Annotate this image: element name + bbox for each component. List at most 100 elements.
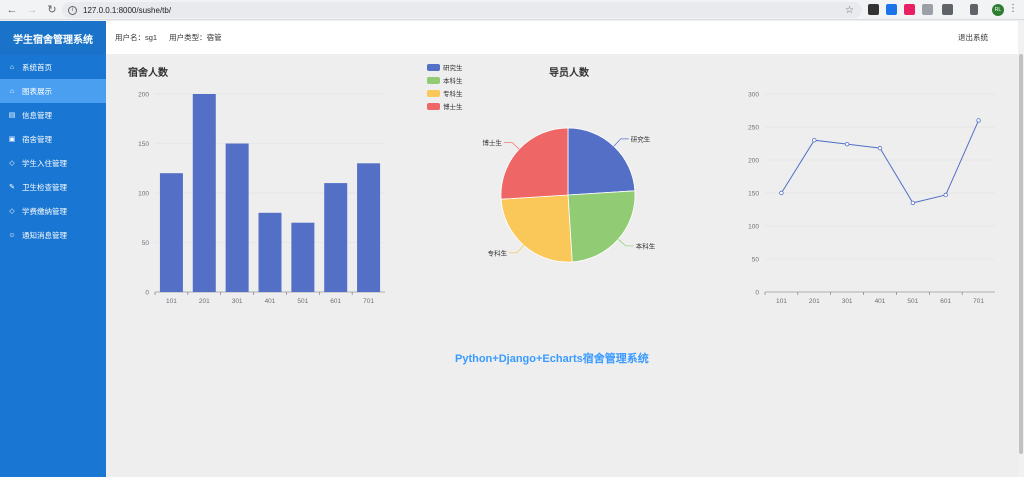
sidebar-item[interactable]: ✎ 卫生检查管理 — [0, 175, 106, 199]
legend-label[interactable]: 本科生 — [443, 76, 463, 85]
legend-swatch[interactable] — [427, 90, 440, 97]
label-leader — [613, 138, 629, 147]
scrollbar-thumb[interactable] — [1019, 54, 1023, 454]
slice-label: 本科生 — [636, 241, 656, 250]
bar[interactable] — [291, 222, 315, 292]
label-leader — [618, 239, 634, 247]
x-tick-label: 401 — [875, 298, 886, 305]
sidebar-item-label: 卫生检查管理 — [22, 182, 67, 192]
x-tick-label: 201 — [199, 298, 210, 305]
y-tick-label: 100 — [748, 224, 759, 231]
bar[interactable] — [357, 163, 381, 292]
chart-icon: ⌂ — [9, 87, 15, 95]
x-tick-label: 701 — [973, 298, 984, 305]
legend-label[interactable]: 专科生 — [443, 89, 463, 98]
sidepanel-icon[interactable] — [970, 4, 978, 15]
sidebar-item[interactable]: ⌂ 图表展示 — [0, 79, 106, 103]
sidebar-item-label: 学生入住管理 — [22, 158, 67, 168]
sidebar-item-label: 信息管理 — [22, 110, 52, 120]
footer-title: Python+Django+Echarts宿舍管理系统 — [455, 353, 649, 365]
x-tick-label: 301 — [842, 298, 853, 305]
pie-slice[interactable] — [567, 190, 636, 263]
line-chart: 0 50 100 150 200 250 300 101 201 301 401 501 601 701 — [748, 92, 995, 305]
legend-swatch[interactable] — [427, 77, 440, 84]
y-tick-label: 100 — [138, 191, 149, 198]
legend-label[interactable]: 研究生 — [443, 63, 463, 72]
back-icon[interactable]: ← — [4, 2, 20, 18]
sidebar-item[interactable]: ⌂ 系统首页 — [0, 55, 106, 79]
data-point[interactable] — [877, 145, 883, 151]
sidebar-item[interactable]: ▤ 信息管理 — [0, 103, 106, 127]
bar-chart: 0 50 100 150 200 101 201 301 401 501 601 701 — [138, 92, 385, 305]
forward-icon[interactable]: → — [24, 2, 40, 18]
sidebar-menu: ⌂ 系统首页 ⌂ 图表展示 ▤ 信息管理 ▣ 宿舍管理 ◇ 学生入住管理 ✎ 卫生检查管理 ◇ 学费缴纳管… — [0, 55, 106, 247]
sidebar-item-label: 宿舍管理 — [22, 134, 52, 144]
site-info-icon[interactable]: i — [68, 5, 77, 15]
bookmark-star-icon[interactable]: ☆ — [845, 5, 854, 16]
series-line — [781, 120, 980, 204]
extension-icon[interactable] — [886, 4, 897, 15]
sidebar-item[interactable]: ▣ 宿舍管理 — [0, 127, 106, 151]
label-leader — [503, 141, 520, 150]
data-point[interactable] — [844, 141, 850, 147]
legend-swatch[interactable] — [427, 103, 440, 110]
user-type-label: 用户类型：宿管 — [169, 33, 222, 42]
id-card-icon: ▣ — [8, 136, 16, 143]
reload-icon[interactable]: ↻ — [44, 2, 60, 18]
data-point[interactable] — [976, 118, 981, 123]
sidebar: 学生宿舍管理系统 ⌂ 系统首页 ⌂ 图表展示 ▤ 信息管理 ▣ 宿舍管理 ◇ 学生入住管理 ✎ 卫生检… — [0, 21, 106, 477]
pie-chart: 研究生研究生本科生本科生专科生专科生博士生博士生 — [427, 63, 656, 263]
bar[interactable] — [258, 212, 282, 292]
puzzle-icon[interactable] — [942, 4, 953, 15]
sidebar-item[interactable]: ☺ 通知消息管理 — [0, 223, 106, 247]
brush-icon: ✎ — [9, 184, 15, 191]
pie-slice[interactable] — [500, 127, 569, 200]
document-icon: ▤ — [8, 112, 16, 119]
legend-label[interactable]: 博士生 — [443, 102, 463, 111]
label-leader — [509, 245, 524, 254]
app-brand: 学生宿舍管理系统 — [0, 21, 106, 55]
sidebar-item[interactable]: ◇ 学生入住管理 — [0, 151, 106, 175]
pie-slice[interactable] — [500, 194, 573, 263]
url-text: 127.0.0.1:8000/sushe/tb/ — [83, 5, 172, 15]
legend-swatch[interactable] — [427, 64, 440, 71]
bar[interactable] — [225, 143, 249, 293]
slice-label: 研究生 — [631, 134, 651, 143]
top-bar: 用户名：sg1 用户类型：宿管 退出系统 — [106, 21, 1018, 54]
address-bar[interactable]: i 127.0.0.1:8000/sushe/tb/ ☆ — [62, 2, 862, 18]
username-label: 用户名：sg1 — [115, 33, 158, 42]
data-point[interactable] — [779, 190, 784, 196]
x-tick-label: 101 — [166, 298, 177, 305]
extension-icon[interactable] — [922, 4, 933, 15]
x-tick-label: 501 — [907, 298, 918, 305]
x-tick-label: 301 — [232, 298, 243, 305]
y-tick-label: 50 — [142, 240, 150, 247]
x-tick-label: 101 — [776, 298, 787, 305]
pie-slice[interactable] — [567, 127, 636, 196]
bar[interactable] — [324, 183, 348, 292]
y-tick-label: 0 — [755, 290, 759, 297]
extension-icon[interactable] — [904, 4, 915, 15]
scrollbar[interactable] — [1018, 21, 1024, 477]
profile-avatar[interactable]: RL — [992, 4, 1004, 16]
bar[interactable] — [159, 173, 183, 292]
data-point[interactable] — [910, 200, 916, 206]
x-tick-label: 601 — [940, 298, 951, 305]
data-point[interactable] — [943, 192, 948, 198]
y-tick-label: 50 — [752, 257, 760, 264]
x-tick-label: 401 — [265, 298, 276, 305]
menu-kebab-icon[interactable]: ⋮ — [1008, 3, 1018, 14]
logout-link[interactable]: 退出系统 — [958, 32, 988, 43]
y-tick-label: 150 — [748, 191, 759, 198]
slice-label: 博士生 — [482, 138, 502, 147]
extension-icon[interactable] — [868, 4, 879, 15]
data-point[interactable] — [812, 138, 817, 143]
bar[interactable] — [192, 94, 216, 292]
y-tick-label: 200 — [748, 158, 759, 165]
sidebar-item-label: 学费缴纳管理 — [22, 206, 67, 216]
y-tick-label: 200 — [138, 92, 149, 99]
y-tick-label: 0 — [145, 290, 149, 297]
home-icon: ⌂ — [9, 63, 15, 71]
users-icon: ☺ — [8, 231, 16, 239]
sidebar-item[interactable]: ◇ 学费缴纳管理 — [0, 199, 106, 223]
